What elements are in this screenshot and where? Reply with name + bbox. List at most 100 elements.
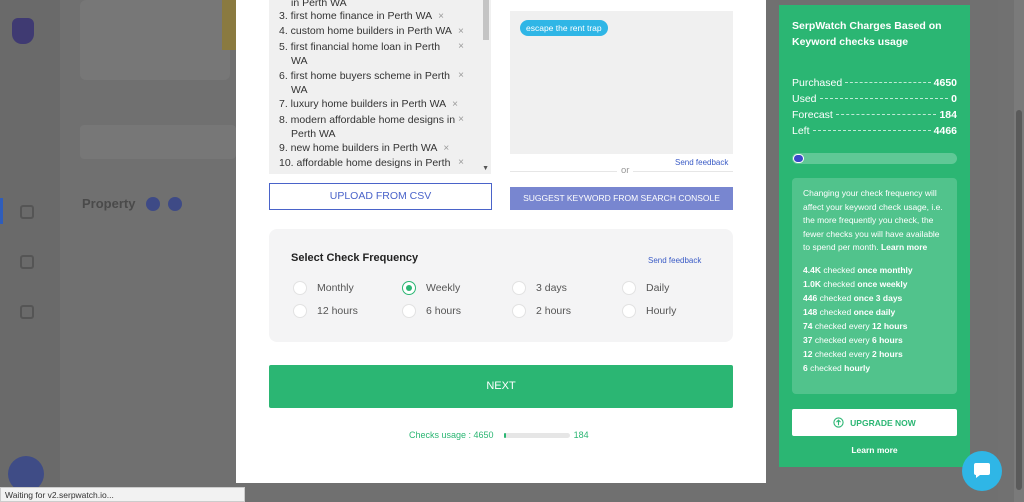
clock-icon[interactable] xyxy=(20,305,34,319)
suggest-from-search-console-button[interactable]: SUGGEST KEYWORD FROM SEARCH CONSOLE xyxy=(510,187,733,210)
link-icon[interactable] xyxy=(20,255,34,269)
frequency-option-daily[interactable]: Daily xyxy=(622,280,669,296)
charges-row-label: Used xyxy=(792,93,817,105)
radio-label: 2 hours xyxy=(536,305,572,317)
charges-progress-bar xyxy=(792,153,957,164)
learn-more-link[interactable]: Learn more xyxy=(881,242,927,252)
frequency-option-3-days[interactable]: 3 days xyxy=(512,280,567,296)
chat-bubble-icon xyxy=(974,463,990,478)
chat-button[interactable] xyxy=(962,451,1002,491)
suggested-keyword-tag[interactable]: escape the rent trap xyxy=(520,20,608,36)
add-keywords-modal: in Perth WA 3. first home finance in Per… xyxy=(236,0,766,483)
frequency-option-monthly[interactable]: Monthly xyxy=(293,280,354,296)
list-item: 9. new home builders in Perth WA × xyxy=(279,141,474,156)
keyword-text: 9. new home builders in Perth WA xyxy=(279,142,438,154)
radio-button-selected[interactable] xyxy=(402,281,416,295)
logo xyxy=(12,18,34,44)
upgrade-now-button[interactable]: UPGRADE NOW xyxy=(792,409,957,436)
learn-more-link[interactable]: Learn more xyxy=(779,445,970,455)
keyword-text: in Perth WA xyxy=(291,0,347,9)
usage-estimate: 148 checked once daily xyxy=(803,306,896,317)
radio-button[interactable] xyxy=(293,281,307,295)
radio-button[interactable] xyxy=(512,281,526,295)
charges-title: SerpWatch Charges Based on Keyword check… xyxy=(792,20,942,48)
dashed-leader xyxy=(845,82,931,83)
keyword-text: 3. first home finance in Perth WA xyxy=(279,10,433,22)
background-badge xyxy=(168,197,182,211)
radio-button[interactable] xyxy=(293,304,307,318)
usage-estimate: 12 checked every 2 hours xyxy=(803,348,903,359)
radio-button[interactable] xyxy=(402,304,416,318)
remove-icon[interactable]: × xyxy=(438,11,444,22)
keyword-text: 6. first home buyers scheme in Perth xyxy=(279,70,450,82)
frequency-option-hourly[interactable]: Hourly xyxy=(622,303,676,319)
frequency-option-12-hours[interactable]: 12 hours xyxy=(293,303,358,319)
checks-usage-bar xyxy=(503,432,570,438)
list-item: 8. modern affordable home designs in × Pe… xyxy=(279,113,474,141)
dashed-leader xyxy=(819,98,949,99)
radio-button[interactable] xyxy=(622,304,636,318)
keyword-text: 10. affordable home designs in Perth xyxy=(279,157,451,169)
radio-button[interactable] xyxy=(622,281,636,295)
scroll-down-icon[interactable]: ▼ xyxy=(482,165,489,172)
charges-progress-fill xyxy=(793,154,804,163)
usage-estimate: 4.4K checked once monthly xyxy=(803,264,913,275)
keyword-text: 5. first financial home loan in Perth xyxy=(279,41,441,53)
checks-usage-label: Checks usage : 4650 xyxy=(409,430,494,440)
next-button[interactable]: NEXT xyxy=(269,365,733,408)
frequency-option-weekly[interactable]: Weekly xyxy=(402,280,460,296)
usage-estimate: 446 checked once 3 days xyxy=(803,292,903,303)
keyword-text: 4. custom home builders in Perth WA xyxy=(279,25,452,37)
upgrade-now-label: UPGRADE NOW xyxy=(850,417,916,428)
grid-icon[interactable] xyxy=(20,205,34,219)
send-feedback-link[interactable]: Send feedback xyxy=(648,256,701,265)
serpwatch-charges-panel: SerpWatch Charges Based on Keyword check… xyxy=(779,5,970,467)
charges-row-value: 0 xyxy=(951,93,957,105)
check-frequency-panel: Select Check Frequency Send feedback Mon… xyxy=(269,229,733,342)
radio-label: Daily xyxy=(646,282,670,294)
or-text: or xyxy=(617,165,634,176)
browser-status-bar: Waiting for v2.serpwatch.io... xyxy=(0,487,245,502)
keyword-text-continued: WA xyxy=(291,55,308,67)
keyword-text-continued: Perth WA xyxy=(291,128,336,140)
usage-estimate: 1.0K checked once weekly xyxy=(803,278,908,289)
checks-usage: Checks usage : 4650 184 xyxy=(409,430,589,440)
usage-estimate: 37 checked every 6 hours xyxy=(803,334,903,345)
keyword-text-continued: WA xyxy=(291,84,308,96)
list-item: 10. affordable home designs in Perth × xyxy=(279,156,474,170)
checks-usage-forecast: 184 xyxy=(573,430,589,440)
send-feedback-link[interactable]: Send feedback xyxy=(675,158,728,167)
remove-icon[interactable]: × xyxy=(458,156,464,170)
checks-usage-bar-fill xyxy=(503,432,507,438)
remove-icon[interactable]: × xyxy=(443,143,449,154)
frequency-option-2-hours[interactable]: 2 hours xyxy=(512,303,571,319)
background-search xyxy=(80,125,236,159)
remove-icon[interactable]: × xyxy=(458,113,464,127)
charges-row-label: Left xyxy=(792,125,810,137)
page-scrollbar-thumb[interactable] xyxy=(1016,110,1022,490)
remove-icon[interactable]: × xyxy=(452,99,458,110)
sidebar xyxy=(0,0,60,502)
upload-csv-button[interactable]: UPLOAD FROM CSV xyxy=(269,183,492,210)
frequency-option-6-hours[interactable]: 6 hours xyxy=(402,303,461,319)
check-frequency-title: Select Check Frequency xyxy=(291,252,419,264)
background-property-label: Property xyxy=(82,196,136,211)
charges-row-value: 184 xyxy=(939,109,957,121)
radio-label: Weekly xyxy=(426,282,461,294)
keyword-list-scrollbar-thumb[interactable] xyxy=(483,0,489,40)
keyword-list[interactable]: in Perth WA 3. first home finance in Per… xyxy=(269,0,491,174)
remove-icon[interactable]: × xyxy=(458,69,464,83)
radio-button[interactable] xyxy=(512,304,526,318)
keyword-list-scrollbar[interactable]: ▼ xyxy=(481,0,491,174)
list-item: 7. luxury home builders in Perth WA × xyxy=(279,97,474,112)
dashed-leader xyxy=(835,114,937,115)
radio-label: 3 days xyxy=(536,282,567,294)
background-card xyxy=(80,0,230,80)
radio-label: 12 hours xyxy=(317,305,358,317)
remove-icon[interactable]: × xyxy=(458,40,464,54)
charges-row-forecast: Forecast 184 xyxy=(792,109,957,121)
charges-row-used: Used 0 xyxy=(792,93,957,105)
remove-icon[interactable]: × xyxy=(458,26,464,37)
charges-row-value: 4650 xyxy=(933,77,957,89)
check-frequency-info: Changing your check frequency will affec… xyxy=(792,178,957,394)
